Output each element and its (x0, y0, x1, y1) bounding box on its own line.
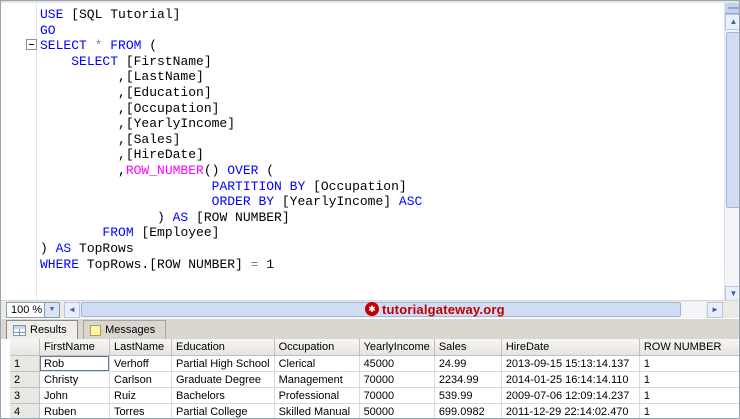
ssms-window: USE [SQL Tutorial] GO SELECT * FROM ( SELE… (0, 0, 740, 419)
grid-corner-cell[interactable] (10, 339, 40, 356)
column-header[interactable]: HireDate (501, 339, 640, 356)
grid-cell[interactable]: Clerical (274, 356, 360, 372)
code-fold-collapse-icon[interactable] (26, 39, 37, 50)
grid-cell[interactable]: Rob (40, 356, 110, 372)
grid-cell[interactable]: 699.0982 (434, 404, 502, 418)
table-row: 4 Ruben Torres Partial College Skilled Manua… (10, 404, 739, 418)
table-row: 2 Christy Carlson Graduate Degree Management… (10, 372, 739, 388)
row-header[interactable]: 1 (10, 356, 40, 372)
grid-cell[interactable]: Professional (274, 388, 360, 404)
zoom-value: 100 % (11, 304, 43, 316)
grid-cell[interactable]: Partial College (172, 404, 275, 418)
grid-cell[interactable]: Carlson (110, 372, 172, 388)
grid-cell[interactable]: Ruben (40, 404, 110, 418)
tab-messages[interactable]: Messages (83, 320, 167, 339)
grid-cell[interactable]: 45000 (359, 356, 435, 372)
zoom-dropdown-icon[interactable]: ▼ (44, 303, 59, 317)
grid-cell[interactable]: 2234.99 (434, 372, 502, 388)
grid-cell[interactable]: 1 (639, 388, 739, 404)
grid-cell[interactable]: Graduate Degree (172, 372, 275, 388)
grid-cell[interactable]: 1 (639, 356, 739, 372)
column-header[interactable]: Sales (434, 339, 502, 356)
code-line: ,[Sales] (40, 131, 181, 147)
code-line: ) AS TopRows (40, 240, 134, 256)
grid-cell[interactable]: Ruiz (110, 388, 172, 404)
code-line: ORDER BY [YearlyIncome] ASC (211, 194, 423, 210)
grid-cell[interactable]: 70000 (359, 388, 435, 404)
grid-cell[interactable]: 1 (639, 372, 739, 388)
row-header[interactable]: 4 (10, 404, 40, 418)
grid-cell[interactable]: 1 (639, 404, 739, 418)
grid-header-row: FirstName LastName Education Occupation Year… (10, 339, 739, 356)
column-header[interactable]: Occupation (274, 339, 360, 356)
tab-results-label: Results (30, 324, 67, 336)
code-line: USE [SQL Tutorial] (40, 7, 181, 22)
zoom-selector[interactable]: 100 % ▼ (6, 302, 60, 318)
grid-cell[interactable]: 2011-12-29 22:14:02.470 (501, 404, 640, 418)
column-header[interactable]: Education (172, 339, 275, 356)
grid-cell[interactable]: Bachelors (172, 388, 275, 404)
messages-icon (90, 324, 102, 336)
code-line: ,[YearlyIncome] (40, 116, 236, 132)
grid-cell[interactable]: Verhoff (110, 356, 172, 372)
grid-cell[interactable]: 2014-01-25 16:14:14.110 (501, 372, 640, 388)
column-header[interactable]: LastName (110, 339, 172, 356)
code-line: SELECT [FirstName] (71, 53, 212, 69)
grid-cell[interactable]: Christy (40, 372, 110, 388)
watermark-text: tutorialgateway.org (382, 301, 505, 317)
grid-cell[interactable]: Management (274, 372, 360, 388)
grid-cell[interactable]: Skilled Manual (274, 404, 360, 418)
column-header[interactable]: YearlyIncome (359, 339, 435, 356)
tutorialgateway-logo-icon: ✱ (365, 302, 379, 316)
grid-cell[interactable]: 2013-09-15 15:13:14.137 (501, 356, 640, 372)
grid-body: 1 Rob Verhoff Partial High School Clerical 45… (10, 356, 739, 418)
splitter-handle-icon[interactable] (725, 3, 739, 14)
row-header[interactable]: 3 (10, 388, 40, 404)
code-line: ,ROW_NUMBER() OVER ( (40, 162, 275, 178)
grid-cell[interactable]: Torres (110, 404, 172, 418)
vertical-scroll-thumb[interactable] (726, 32, 739, 208)
grid-cell[interactable]: 539.99 (434, 388, 502, 404)
results-grid-icon (13, 324, 26, 336)
grid-cell[interactable]: 70000 (359, 372, 435, 388)
code-area[interactable]: USE [SQL Tutorial] GO SELECT * FROM ( SELE… (40, 7, 723, 300)
grid-cell[interactable]: 50000 (359, 404, 435, 418)
scrollbar-corner (724, 302, 739, 319)
results-tab-bar: Results Messages (1, 318, 739, 339)
code-line: ) AS [ROW NUMBER] (40, 209, 290, 225)
scroll-up-icon[interactable]: ▲ (725, 14, 739, 30)
tab-results[interactable]: Results (6, 320, 78, 339)
grid-cell[interactable]: 2009-07-06 12:09:14.237 (501, 388, 640, 404)
code-line: PARTITION BY [Occupation] (211, 178, 407, 194)
tab-messages-label: Messages (105, 324, 156, 336)
scroll-right-icon[interactable]: ► (707, 302, 723, 318)
watermark: ✱ tutorialgateway.org (365, 301, 505, 317)
results-table: FirstName LastName Education Occupation Year… (10, 339, 739, 418)
column-header[interactable]: ROW NUMBER (639, 339, 739, 356)
column-header[interactable]: FirstName (40, 339, 110, 356)
code-line: FROM [Employee] (102, 225, 220, 241)
editor-margin (1, 3, 37, 300)
code-line: ,[HireDate] (40, 147, 204, 163)
sql-editor[interactable]: USE [SQL Tutorial] GO SELECT * FROM ( SELE… (1, 1, 739, 302)
results-grid: FirstName LastName Education Occupation Year… (1, 339, 739, 418)
grid-cell[interactable]: Partial High School (172, 356, 275, 372)
code-line: WHERE TopRows.[ROW NUMBER] = 1 (40, 256, 275, 272)
editor-vertical-scrollbar[interactable]: ▲ ▼ (724, 3, 739, 302)
code-line: SELECT * FROM ( (40, 38, 158, 54)
scroll-left-icon[interactable]: ◄ (64, 302, 80, 318)
grid-cell[interactable]: 24.99 (434, 356, 502, 372)
code-line: GO (40, 22, 56, 38)
code-line: ,[Education] (40, 84, 212, 100)
code-line: ,[LastName] (40, 69, 204, 85)
code-line: ,[Occupation] (40, 100, 220, 116)
row-header[interactable]: 2 (10, 372, 40, 388)
grid-cell[interactable]: John (40, 388, 110, 404)
table-row: 3 John Ruiz Bachelors Professional 70000 539.9… (10, 388, 739, 404)
table-row: 1 Rob Verhoff Partial High School Clerical 45… (10, 356, 739, 372)
